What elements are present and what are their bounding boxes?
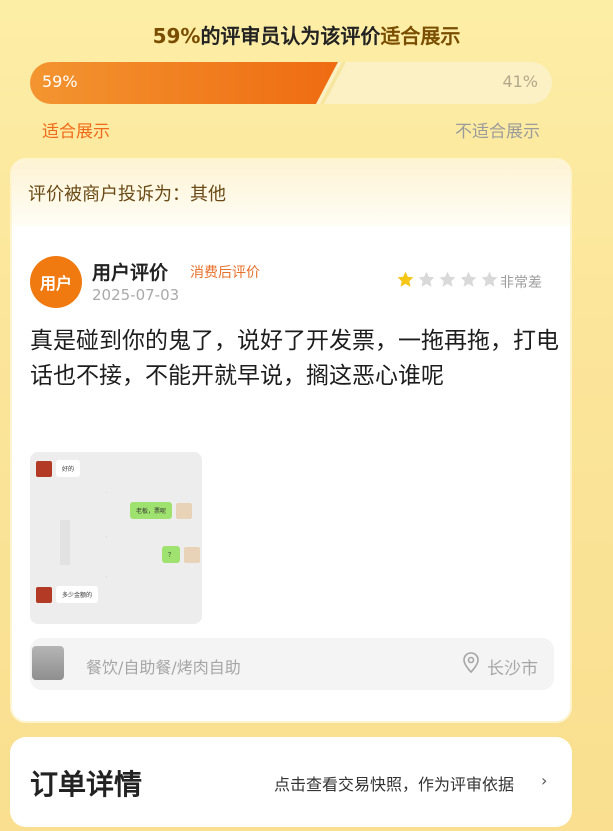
headline-percent: 59% — [152, 24, 201, 48]
complaint-reason: 评价被商户投诉为：其他 — [12, 160, 570, 226]
user-avatar-icon — [176, 502, 193, 519]
star-icon — [397, 271, 414, 287]
merchant-category: 餐饮/自助餐/烤肉自助 — [86, 658, 241, 677]
review-card: 评价被商户投诉为：其他 用户 用户评价 消费后评价 2025-07-03 非常差… — [10, 158, 572, 723]
chat-bubble: ？ — [162, 546, 181, 563]
caption-unsuitable: 不适合展示 — [455, 122, 540, 142]
user-avatar-icon — [184, 546, 201, 563]
review-type-tag: 消费后评价 — [190, 265, 260, 281]
location-pin-icon — [463, 652, 479, 674]
merchant-city: 长沙市 — [487, 659, 538, 679]
merchant-logo-icon — [36, 586, 52, 603]
review-date: 2025-07-03 — [92, 286, 180, 304]
merchant-category-bar[interactable]: 餐饮/自助餐/烤肉自助 长沙市 — [30, 638, 554, 690]
user-label: 用户评价 — [92, 262, 169, 284]
merchant-logo-icon — [36, 460, 52, 477]
chat-bubble: 好的 — [56, 460, 81, 477]
chat-bubble: 老板，票呢 — [130, 502, 173, 519]
star-icon — [418, 271, 435, 287]
review-body: 真是碰到你的鬼了，说好了开发票，一拖再拖，打电话也不接，不能开就早说，搁这恶心谁… — [30, 328, 559, 389]
star-icon — [481, 271, 498, 287]
rating-text: 非常差 — [500, 275, 542, 291]
star-rating — [396, 270, 499, 289]
star-icon — [460, 271, 477, 287]
chevron-right-icon[interactable]: › — [541, 771, 547, 790]
vote-headline: 59%的评审员认为该评价适合展示 — [0, 20, 613, 49]
vote-suitable-percent: 59% — [42, 72, 78, 91]
vote-progress-bar: 59% 41% — [30, 62, 552, 104]
star-icon — [439, 271, 456, 287]
caption-suitable: 适合展示 — [42, 122, 110, 142]
headline-middle: 的评审员认为该评价 — [200, 24, 381, 48]
order-details-card: 订单详情 点击查看交易快照，作为评审依据 › — [10, 737, 572, 827]
view-snapshot-link[interactable]: 点击查看交易快照，作为评审依据 — [274, 771, 514, 795]
review-image-thumbnail[interactable]: 好的 · 老板，票呢 · ？ · 多少金额的 — [30, 452, 202, 624]
restaurant-icon — [32, 646, 64, 680]
order-title: 订单详情 — [30, 768, 143, 801]
vote-unsuitable-percent: 41% — [502, 72, 538, 91]
headline-tag: 适合展示 — [380, 24, 461, 48]
avatar: 用户 — [30, 256, 82, 308]
avatar-text: 用户 — [39, 274, 72, 293]
chat-bubble: 多少金额的 — [56, 586, 99, 603]
